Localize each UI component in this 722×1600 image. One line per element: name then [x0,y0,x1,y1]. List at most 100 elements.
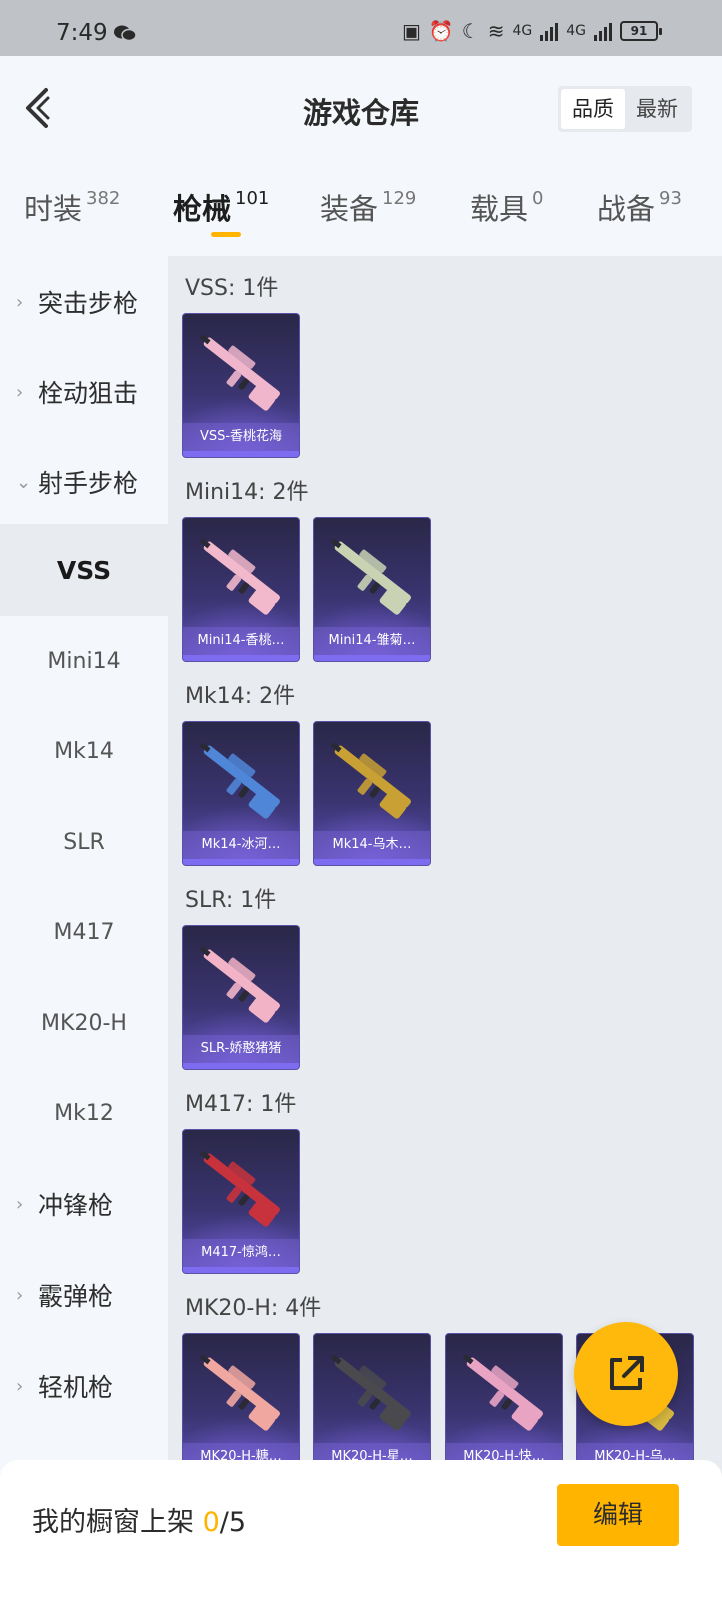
edit-button[interactable]: 编辑 [557,1484,679,1546]
weapon-skin-image [330,538,411,615]
rarity-bar [183,1267,299,1273]
sort-newest-button[interactable]: 最新 [625,89,689,129]
weapon-card[interactable]: MK20-H-糖… [182,1333,300,1478]
section-title: SLR: 1件 [185,888,277,913]
network-type-1: 4G [512,23,533,39]
showcase-status: 我的橱窗上架 0/5 [32,1500,246,1539]
chevron-down-icon: ⌄ [16,471,32,493]
alarm-icon: ⏰ [428,19,454,43]
weapon-card[interactable]: MK20-H-星… [313,1333,431,1478]
weapon-skin-image [199,1354,280,1431]
status-time: 7:49 [56,20,108,46]
weapon-card[interactable]: MK20-H-快… [445,1333,563,1478]
weapon-card[interactable]: Mk14-乌木… [313,721,431,866]
weapon-name: VSS-香桃花海 [183,423,299,451]
rarity-bar [183,859,299,865]
sidebar-group-label: 射手步枪 [38,469,139,498]
rarity-bar [183,655,299,661]
weapon-skin-image [199,742,280,819]
sidebar-group-label: 冲锋枪 [38,1191,114,1220]
weapon-card[interactable]: M417-惊鸿… [182,1129,300,1274]
sort-toggle: 品质 最新 [558,86,692,132]
sidebar-item-mk20-h[interactable]: MK20-H [0,977,168,1069]
sidebar-group-shotguns[interactable]: › 霰弹枪 [0,1249,168,1341]
page-header: 游戏仓库 品质 最新 [0,56,722,160]
tab-label: 战备 [597,192,656,226]
battery-icon: 91 [620,21,662,41]
sidebar-group-bolt-action[interactable]: › 栓动狙击 [0,346,168,438]
tab-label: 枪械 [173,192,232,226]
sidebar-group-marksman-rifles[interactable]: ⌄ 射手步枪 [0,436,168,528]
tab-outfits[interactable]: 时装 382 [24,186,120,228]
wifi-icon: ≋ [487,19,505,43]
sidebar-group-label: 突击步枪 [38,289,139,318]
rarity-bar [183,451,299,457]
weapon-grid: VSS: 1件 VSS-香桃花海 Mini14: 2件 Mini14-香桃… Mini1… [168,256,722,1496]
tab-count: 382 [86,188,121,209]
showcase-count: 0 [202,1507,220,1538]
section-title: Mk14: 2件 [185,684,296,709]
network-type-2: 4G [566,23,586,39]
section-title: VSS: 1件 [185,276,279,301]
status-icons: ▣ ⏰ ☾ ≋ 4G 4G 91 [401,19,662,43]
sidebar-group-smg[interactable]: › 冲锋枪 [0,1158,168,1250]
tab-equipment[interactable]: 装备 129 [320,186,416,228]
signal-icon [594,21,612,41]
weapon-name: Mk14-乌木… [314,831,430,859]
active-tab-indicator [211,232,241,237]
weapon-skin-image [199,334,280,411]
share-fab-button[interactable] [574,1322,678,1426]
sidebar-group-label: 霰弹枪 [38,1282,114,1311]
weapon-skin-image [330,1354,411,1431]
showcase-total: /5 [219,1507,247,1538]
tab-count: 93 [659,188,682,209]
sidebar-group-assault-rifles[interactable]: › 突击步枪 [0,256,168,348]
chevron-right-icon: › [16,1193,24,1215]
showcase-label: 我的橱窗上架 [32,1507,203,1538]
tab-vehicles[interactable]: 载具 0 [470,186,543,228]
weapon-skin-image [199,946,280,1023]
sidebar-item-mk12[interactable]: Mk12 [0,1067,168,1159]
weapon-card[interactable]: VSS-香桃花海 [182,313,300,458]
weapon-skin-image [199,1150,280,1227]
section-title: Mini14: 2件 [185,480,309,505]
rarity-bar [314,655,430,661]
sidebar-group-lmg[interactable]: › 轻机枪 [0,1340,168,1432]
weapon-name: Mini14-香桃… [183,627,299,655]
weapon-card[interactable]: Mini14-雏菊… [313,517,431,662]
weapon-type-sidebar: › 突击步枪 › 栓动狙击 ⌄ 射手步枪 VSS Mini14 Mk14 SLR M4… [0,256,168,1496]
weapon-skin-image [199,538,280,615]
moon-icon: ☾ [461,19,480,43]
chevron-right-icon: › [16,1375,24,1397]
bottom-bar: 我的橱窗上架 0/5 编辑 [0,1460,722,1600]
weapon-name: SLR-娇憨猪猪 [183,1035,299,1063]
weapon-card[interactable]: SLR-娇憨猪猪 [182,925,300,1070]
weapon-name: M417-惊鸿… [183,1239,299,1267]
weapon-skin-image [330,742,411,819]
tab-firearms[interactable]: 枪械 101 [173,186,269,228]
sidebar-group-label: 栓动狙击 [38,379,139,408]
sidebar-item-mini14[interactable]: Mini14 [0,615,168,707]
weapon-name: Mk14-冰河… [183,831,299,859]
wechat-icon [114,25,136,42]
tab-label: 时装 [24,192,83,226]
rarity-bar [314,859,430,865]
sidebar-item-m417[interactable]: M417 [0,886,168,978]
tab-combat-gear[interactable]: 战备 93 [597,186,682,228]
weapon-card[interactable]: Mini14-香桃… [182,517,300,662]
external-link-icon [610,1356,644,1390]
sidebar-item-slr[interactable]: SLR [0,796,168,888]
category-tabs: 时装 382 枪械 101 装备 129 载具 0 战备 93 [0,180,722,252]
tab-label: 载具 [470,192,529,226]
sidebar-item-vss[interactable]: VSS [0,524,168,616]
sort-quality-button[interactable]: 品质 [561,89,625,129]
status-bar: 7:49 ▣ ⏰ ☾ ≋ 4G 4G 91 [0,0,722,56]
chevron-right-icon: › [16,381,24,403]
nfc-icon: ▣ [401,19,421,43]
weapon-card[interactable]: Mk14-冰河… [182,721,300,866]
tab-label: 装备 [320,192,379,226]
sidebar-item-mk14[interactable]: Mk14 [0,705,168,797]
rarity-bar [183,1063,299,1069]
tab-count: 101 [235,188,270,209]
chevron-right-icon: › [16,1284,24,1306]
